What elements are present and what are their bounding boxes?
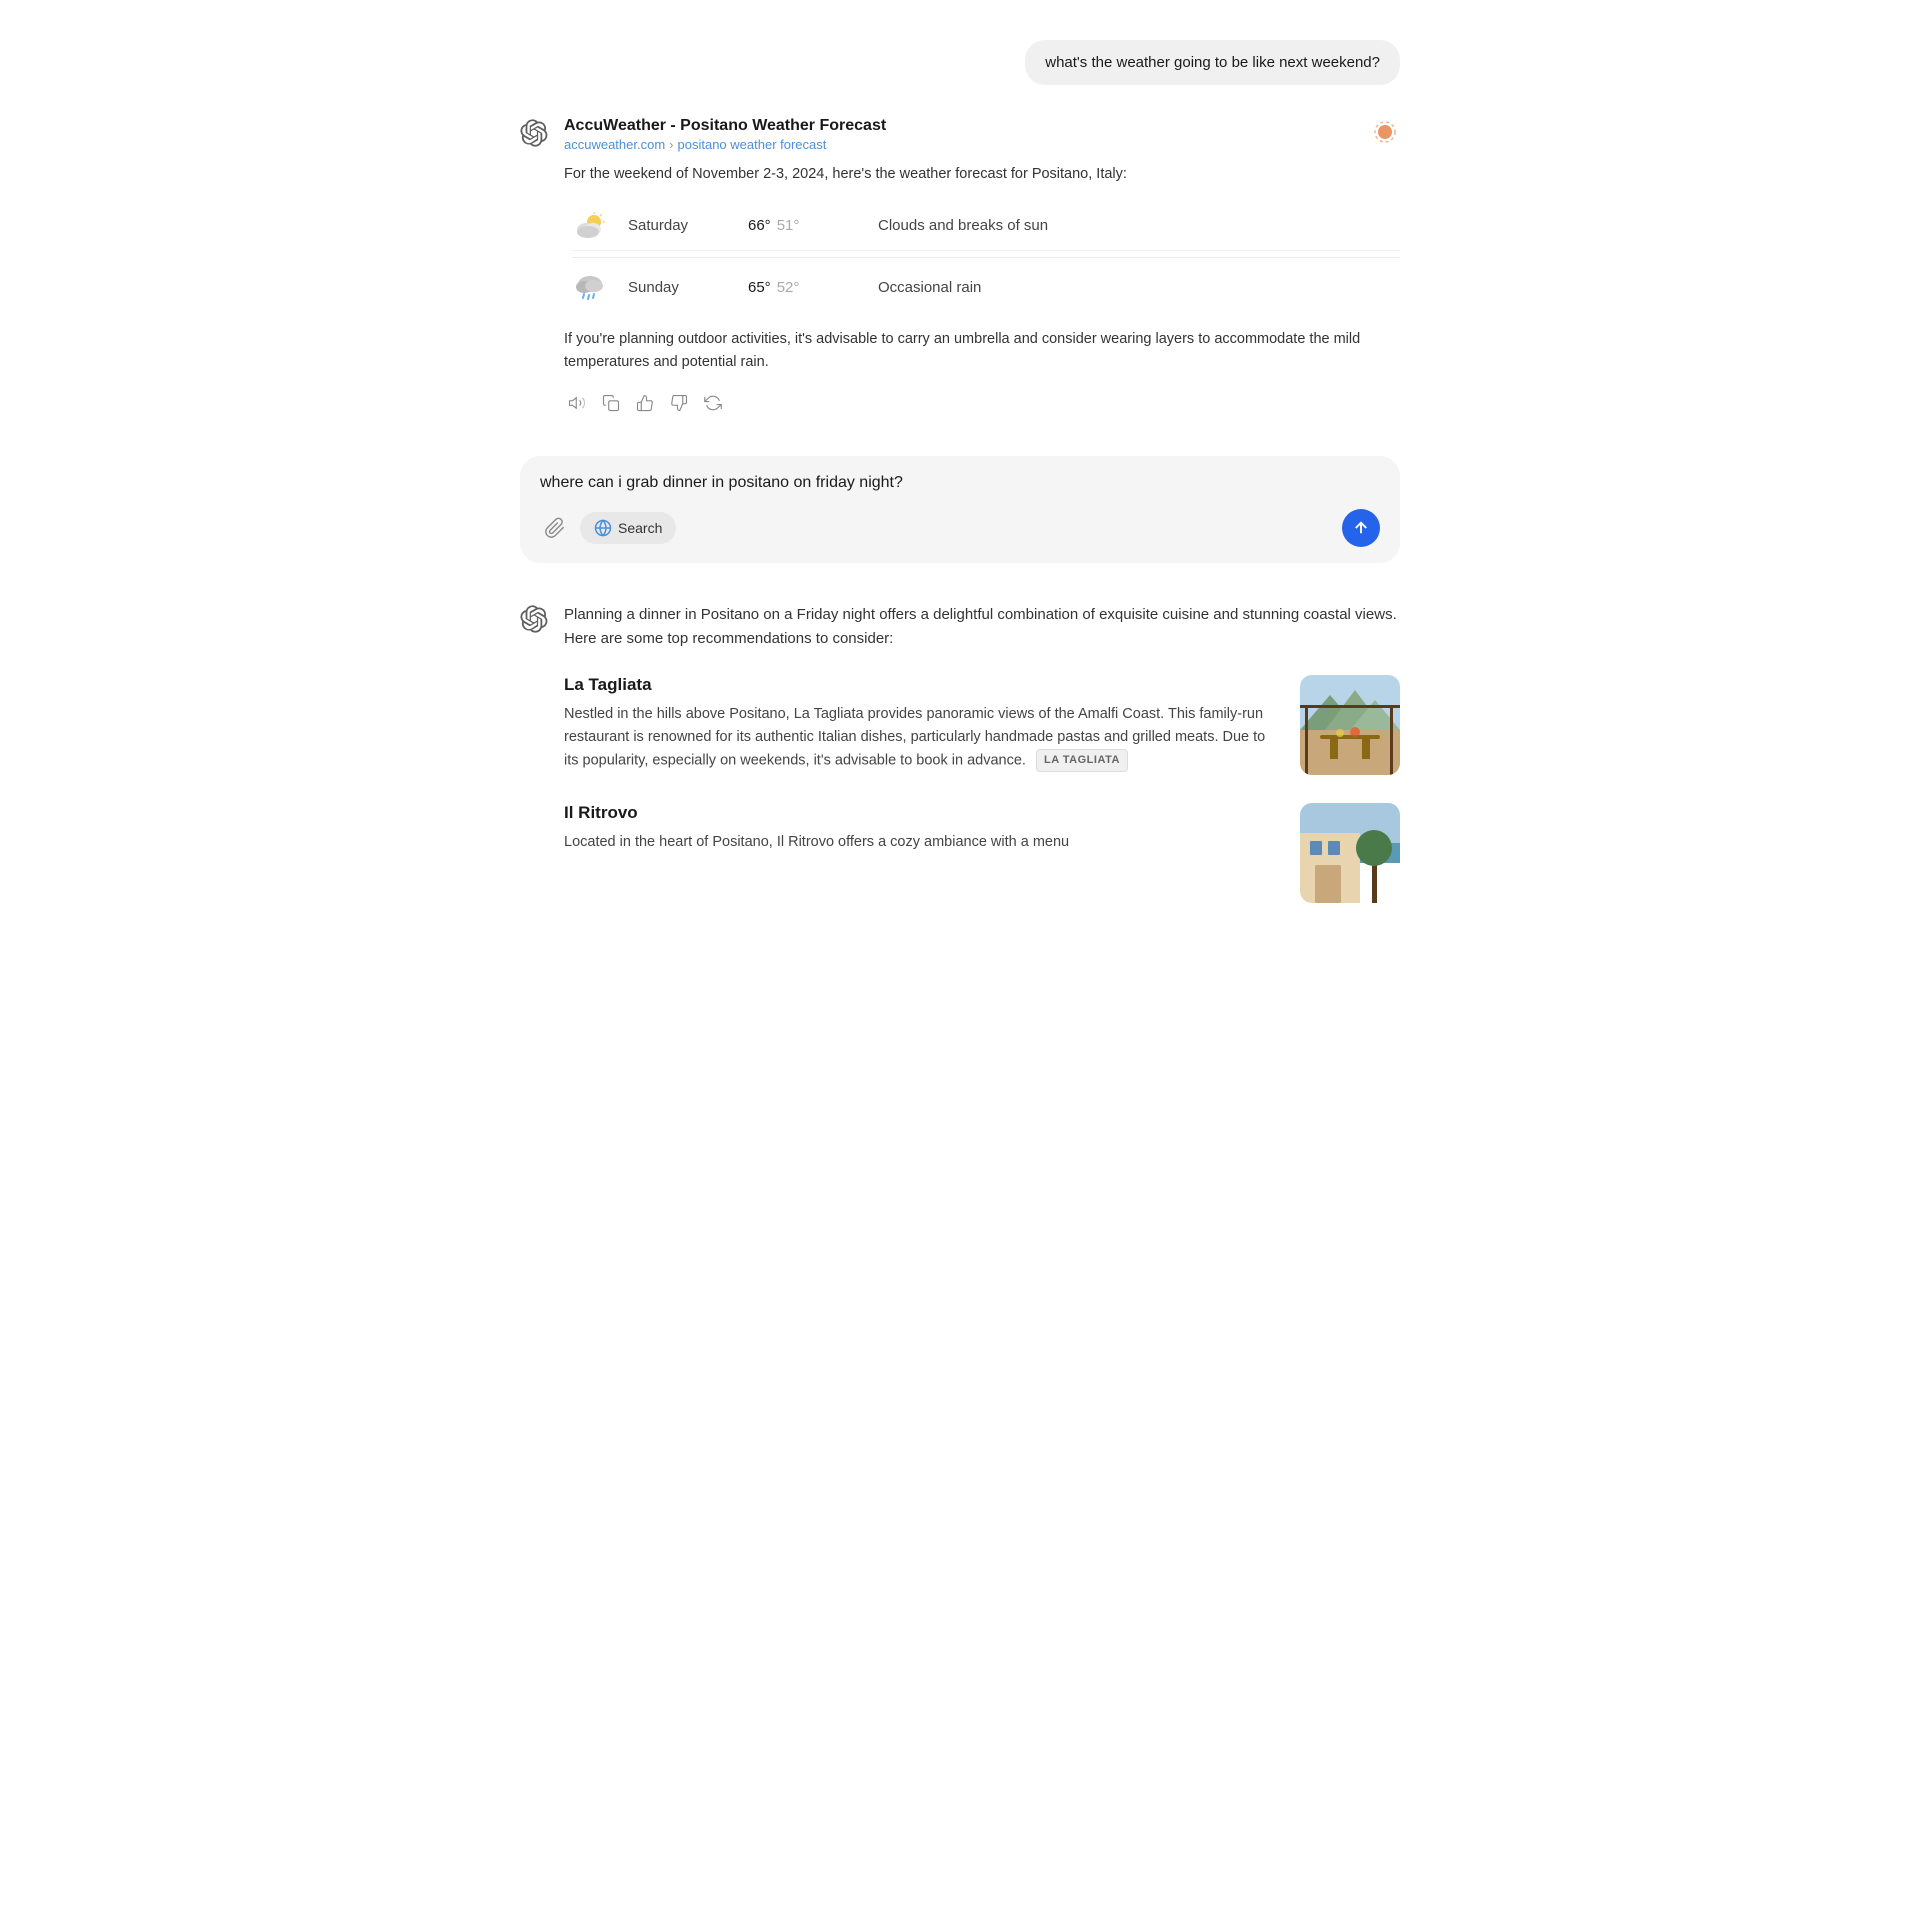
user-message-text-1: what's the weather going to be like next… (1045, 54, 1380, 71)
input-container: where can i grab dinner in positano on f… (520, 456, 1400, 562)
input-left-buttons: Search (540, 512, 676, 544)
regenerate-button[interactable] (700, 390, 726, 416)
ai-avatar-2 (520, 605, 548, 633)
weather-source-title: AccuWeather - Positano Weather Forecast (564, 117, 886, 135)
sunday-icon (572, 274, 608, 302)
weather-source: AccuWeather - Positano Weather Forecast … (564, 117, 886, 152)
restaurant-content: Planning a dinner in Positano on a Frida… (564, 603, 1400, 931)
weather-source-url: accuweather.com › positano weather forec… (564, 137, 886, 152)
user-message-1: what's the weather going to be like next… (520, 40, 1400, 85)
saturday-low: 51° (777, 217, 800, 234)
copy-button[interactable] (598, 390, 624, 416)
il-ritrovo-image (1300, 803, 1400, 903)
weather-content: AccuWeather - Positano Weather Forecast … (564, 117, 1400, 416)
saturday-icon (572, 212, 608, 240)
saturday-high: 66° (748, 217, 771, 234)
ai-weather-response: AccuWeather - Positano Weather Forecast … (520, 117, 1400, 416)
saturday-temps: 66° 51° (748, 217, 858, 234)
il-ritrovo-desc: Located in the heart of Positano, Il Rit… (564, 831, 1280, 854)
sunday-temps: 65° 52° (748, 279, 858, 296)
sun-decoration-icon (1370, 117, 1400, 152)
thumbs-up-button[interactable] (632, 390, 658, 416)
weather-divider (572, 257, 1400, 258)
restaurant-card-la-tagliata: La Tagliata Nestled in the hills above P… (564, 675, 1400, 775)
search-label: Search (618, 520, 662, 536)
user-message-bubble-1: what's the weather going to be like next… (1025, 40, 1400, 85)
la-tagliata-tag: LA TAGLIATA (1036, 749, 1128, 773)
saturday-label: Saturday (628, 217, 728, 234)
response-actions (564, 390, 1400, 416)
ai-restaurant-response: Planning a dinner in Positano on a Frida… (520, 603, 1400, 931)
weather-header: AccuWeather - Positano Weather Forecast … (564, 117, 1400, 152)
il-ritrovo-info: Il Ritrovo Located in the heart of Posit… (564, 803, 1280, 854)
url-separator: › (669, 137, 673, 152)
weather-row-saturday: Saturday 66° 51° Clouds and breaks of su… (572, 202, 1400, 251)
thumbs-down-button[interactable] (666, 390, 692, 416)
weather-url-base: accuweather.com (564, 137, 665, 152)
la-tagliata-desc: Nestled in the hills above Positano, La … (564, 703, 1280, 773)
la-tagliata-text: Nestled in the hills above Positano, La … (564, 706, 1265, 769)
weather-url-path: positano weather forecast (678, 137, 827, 152)
weather-rows: Saturday 66° 51° Clouds and breaks of su… (572, 202, 1400, 312)
sunday-low: 52° (777, 279, 800, 296)
restaurant-intro: Planning a dinner in Positano on a Frida… (564, 603, 1400, 651)
sunday-desc: Occasional rain (878, 279, 981, 296)
sunday-label: Sunday (628, 279, 728, 296)
send-button[interactable] (1342, 509, 1380, 547)
weather-row-sunday: Sunday 65° 52° Occasional rain (572, 264, 1400, 312)
la-tagliata-info: La Tagliata Nestled in the hills above P… (564, 675, 1280, 773)
search-button[interactable]: Search (580, 512, 676, 544)
saturday-desc: Clouds and breaks of sun (878, 217, 1048, 234)
la-tagliata-image (1300, 675, 1400, 775)
speak-button[interactable] (564, 390, 590, 416)
la-tagliata-name: La Tagliata (564, 675, 1280, 695)
ai-avatar (520, 119, 548, 147)
sunday-high: 65° (748, 279, 771, 296)
restaurant-card-il-ritrovo: Il Ritrovo Located in the heart of Posit… (564, 803, 1400, 903)
il-ritrovo-name: Il Ritrovo (564, 803, 1280, 823)
input-text[interactable]: where can i grab dinner in positano on f… (540, 472, 1380, 494)
il-ritrovo-text: Located in the heart of Positano, Il Rit… (564, 834, 1069, 850)
weather-intro: For the weekend of November 2-3, 2024, h… (564, 164, 1400, 186)
weather-advice: If you're planning outdoor activities, i… (564, 328, 1400, 374)
attach-button[interactable] (540, 513, 570, 543)
input-actions: Search (540, 509, 1380, 547)
